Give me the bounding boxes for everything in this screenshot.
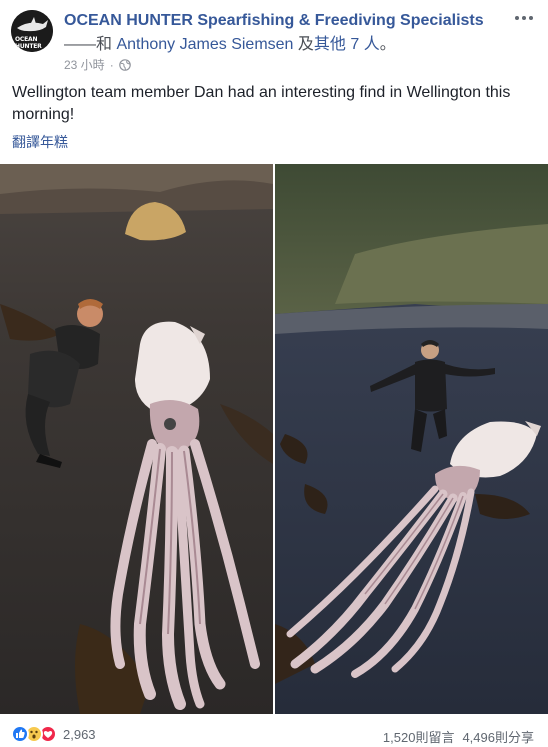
- like-icon: [11, 725, 29, 743]
- giant-squid-beach-photo-1[interactable]: [0, 164, 273, 714]
- tagged-person-link[interactable]: Anthony James Siemsen: [116, 36, 293, 53]
- reactions-summary[interactable]: 2,963: [11, 725, 96, 743]
- post-timestamp[interactable]: 23 小時: [64, 56, 105, 73]
- reaction-count: 2,963: [63, 726, 96, 742]
- shares-count-link[interactable]: 4,496則分享: [462, 727, 534, 746]
- avatar-logo-text: OCEAN HUNTER: [15, 36, 42, 50]
- end-punctuation: 。: [379, 36, 396, 53]
- globe-icon[interactable]: [118, 58, 131, 71]
- and-text: 及: [297, 36, 314, 53]
- post-footer: 2,963 1,520則留言 4,496則分享: [0, 718, 548, 747]
- post-author-line: OCEAN HUNTER Spearfishing & Freediving S…: [64, 9, 504, 57]
- post-body-text: Wellington team member Dan had an intere…: [12, 84, 511, 123]
- giant-squid-beach-photo-2[interactable]: [275, 164, 548, 714]
- photo-1-image: [0, 164, 273, 714]
- page-name-link[interactable]: OCEAN HUNTER Spearfishing & Freediving S…: [64, 12, 484, 29]
- page-avatar[interactable]: OCEAN HUNTER: [11, 10, 53, 52]
- more-dots-icon: [515, 16, 519, 20]
- engagement-counts: 1,520則留言 4,496則分享: [383, 727, 534, 746]
- more-options-button[interactable]: [512, 8, 536, 28]
- others-link[interactable]: 其他 7 人: [314, 36, 380, 53]
- post-header: OCEAN HUNTER OCEAN HUNTER Spearfishing &…: [0, 0, 548, 78]
- photo-2-image: [275, 164, 548, 714]
- with-text: ——和: [64, 36, 113, 53]
- comments-count-link[interactable]: 1,520則留言: [383, 727, 455, 746]
- post-meta: 23 小時 ·: [64, 56, 131, 73]
- see-translation-link[interactable]: 翻譯年糕: [12, 132, 68, 152]
- meta-separator: ·: [109, 57, 114, 72]
